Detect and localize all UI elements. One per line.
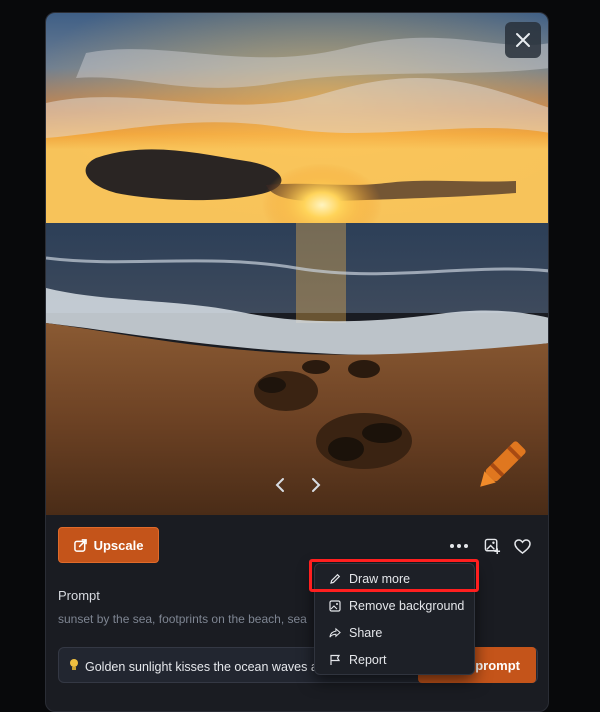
generated-image	[46, 13, 548, 515]
menu-item-label: Report	[349, 652, 387, 667]
chevron-left-icon	[275, 478, 284, 492]
menu-item-report[interactable]: Report	[315, 646, 476, 673]
more-options-button[interactable]	[448, 535, 470, 557]
lightbulb-icon	[69, 658, 79, 675]
menu-item-label: Draw more	[349, 571, 411, 586]
pencil-icon	[329, 573, 341, 585]
heart-icon	[513, 538, 531, 554]
share-icon	[329, 627, 341, 639]
external-link-icon	[73, 538, 87, 552]
like-button[interactable]	[511, 535, 533, 557]
upscale-label: Upscale	[93, 537, 144, 553]
image-plus-icon	[484, 538, 500, 554]
more-horizontal-icon	[450, 544, 468, 548]
menu-item-draw-more[interactable]: Draw more	[315, 565, 476, 592]
menu-item-label: Share	[349, 625, 383, 640]
close-button[interactable]	[505, 22, 541, 58]
menu-item-remove-background[interactable]: Remove background	[315, 592, 476, 619]
chevron-right-icon	[312, 478, 321, 492]
suggestion-text: Golden sunlight kisses the ocean waves a	[85, 659, 318, 674]
crayon-watermark-icon	[480, 441, 526, 487]
menu-item-share[interactable]: Share	[315, 619, 476, 646]
close-icon	[516, 33, 530, 47]
prompt-label: Prompt	[58, 588, 100, 603]
image-icon	[329, 599, 341, 612]
menu-item-label: Remove background	[349, 598, 465, 613]
flag-icon	[329, 654, 341, 666]
previous-image-button[interactable]	[270, 475, 290, 495]
more-options-menu: Draw more Remove background Share Report	[314, 563, 475, 675]
upscale-button[interactable]: Upscale	[58, 527, 159, 563]
prompt-text: sunset by the sea, footprints on the bea…	[58, 612, 307, 626]
next-image-button[interactable]	[306, 475, 326, 495]
use-prompt-label: prompt	[475, 657, 520, 673]
add-to-collection-button[interactable]	[481, 535, 503, 557]
